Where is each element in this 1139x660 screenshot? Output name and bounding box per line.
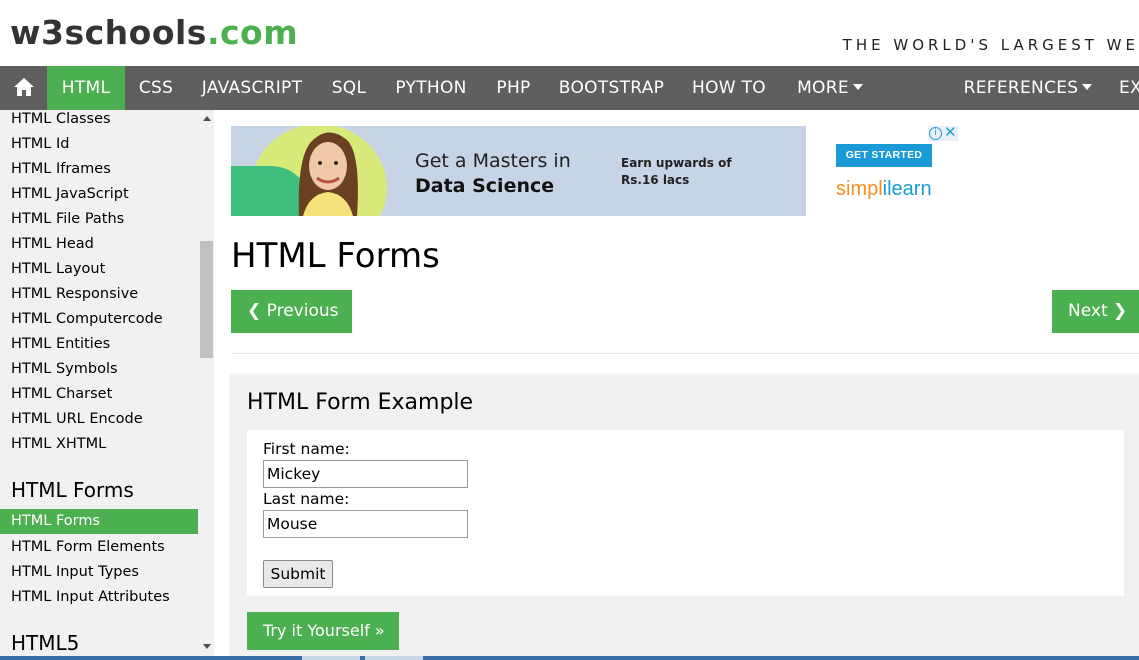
top-brand-bar: w3schools.com THE WORLD'S LARGEST WE	[0, 0, 1139, 66]
example-box: HTML Form Example First name: Mickey Las…	[231, 374, 1139, 660]
sidebar-item-html-id[interactable]: HTML Id	[0, 132, 198, 157]
sidebar-item-html-form-elements[interactable]: HTML Form Elements	[0, 535, 198, 560]
scroll-down-arrow-icon[interactable]	[203, 644, 211, 649]
sidebar-item-html-file-paths[interactable]: HTML File Paths	[0, 207, 198, 232]
sidebar-item-html-head[interactable]: HTML Head	[0, 232, 198, 257]
home-icon	[13, 77, 34, 96]
last-name-input[interactable]: Mouse	[263, 510, 468, 538]
sidebar-item-html-entities[interactable]: HTML Entities	[0, 332, 198, 357]
ad-choices[interactable]: i ✕	[928, 124, 958, 141]
info-icon[interactable]: i	[929, 127, 942, 140]
sidebar-item-html-xhtml[interactable]: HTML XHTML	[0, 432, 198, 457]
ad-brand-part2: ilearn	[882, 178, 932, 200]
sidebar-item-html-input-attributes[interactable]: HTML Input Attributes	[0, 585, 198, 610]
os-taskbar	[0, 656, 1139, 660]
ad-brand-logo[interactable]: simplilearn	[836, 178, 932, 201]
taskbar-item[interactable]	[302, 656, 360, 660]
nav-php[interactable]: PHP	[481, 66, 546, 110]
sidebar-item-html-charset[interactable]: HTML Charset	[0, 382, 198, 407]
ad-get-started-button[interactable]: GET STARTED	[836, 144, 932, 167]
nav-references-label: REFERENCES	[963, 78, 1079, 98]
taskbar-item[interactable]	[365, 656, 423, 660]
ad-earn-line1: Earn upwards of	[621, 156, 732, 170]
ad-subject: Data Science	[415, 175, 555, 197]
sidebar-item-html-iframes[interactable]: HTML Iframes	[0, 157, 198, 182]
sidebar: HTML Classes HTML Id HTML Iframes HTML J…	[0, 110, 214, 656]
sidebar-item-html-symbols[interactable]: HTML Symbols	[0, 357, 198, 382]
sidebar-item-html-url-encode[interactable]: HTML URL Encode	[0, 407, 198, 432]
caret-down-icon	[1082, 84, 1093, 90]
sidebar-item-html-computercode[interactable]: HTML Computercode	[0, 307, 198, 332]
sidebar-item-html-input-types[interactable]: HTML Input Types	[0, 560, 198, 585]
sidebar-scrollbar-thumb[interactable]	[200, 241, 213, 358]
w3schools-logo[interactable]: w3schools.com	[10, 16, 298, 49]
nav-html[interactable]: HTML	[47, 66, 125, 110]
caret-down-icon	[852, 84, 863, 90]
try-it-yourself-button[interactable]: Try it Yourself »	[247, 612, 399, 650]
first-name-input[interactable]: Mickey	[263, 460, 468, 488]
nav-more[interactable]: MORE	[781, 66, 879, 110]
ad-banner[interactable]: Get a Masters in Data Science Earn upwar…	[231, 126, 806, 216]
sidebar-item-html-responsive[interactable]: HTML Responsive	[0, 282, 198, 307]
ad-headline: Get a Masters in	[415, 150, 571, 172]
submit-button[interactable]: Submit	[263, 560, 333, 588]
nav-css[interactable]: CSS	[125, 66, 187, 110]
example-output: First name: Mickey Last name: Mouse Subm…	[247, 430, 1124, 596]
previous-button[interactable]: ❮ Previous	[231, 290, 352, 333]
sidebar-item-html-layout[interactable]: HTML Layout	[0, 257, 198, 282]
tagline: THE WORLD'S LARGEST WE	[842, 36, 1139, 54]
nav-sql[interactable]: SQL	[317, 66, 381, 110]
nav-python[interactable]: PYTHON	[381, 66, 481, 110]
top-nav: HTML CSS JAVASCRIPT SQL PYTHON PHP BOOTS…	[0, 66, 1139, 110]
page-title: HTML Forms	[231, 236, 440, 276]
sidebar-heading-html5: HTML5	[11, 631, 80, 655]
nav-bootstrap[interactable]: BOOTSTRAP	[546, 66, 677, 110]
logo-suffix: .com	[206, 13, 299, 52]
sidebar-item-html-classes[interactable]: HTML Classes	[0, 110, 198, 132]
ad-brand-part1: simpl	[836, 178, 883, 200]
nav-more-label: MORE	[797, 78, 849, 98]
last-name-label: Last name:	[263, 490, 350, 508]
nav-exercises[interactable]: EX	[1103, 66, 1139, 110]
nav-home[interactable]	[0, 66, 47, 110]
nav-how-to[interactable]: HOW TO	[677, 66, 781, 110]
ad-person-image	[298, 132, 358, 216]
sidebar-item-html-javascript[interactable]: HTML JavaScript	[0, 182, 198, 207]
example-title: HTML Form Example	[247, 390, 474, 415]
next-button[interactable]: Next ❯	[1052, 290, 1139, 333]
logo-main: w3schools	[10, 13, 207, 52]
sidebar-item-html-forms[interactable]: HTML Forms	[0, 509, 198, 534]
nav-references[interactable]: REFERENCES	[953, 66, 1103, 110]
sidebar-scrollbar[interactable]	[200, 110, 214, 656]
close-icon[interactable]: ✕	[944, 124, 957, 141]
nav-javascript[interactable]: JAVASCRIPT	[187, 66, 317, 110]
sidebar-heading-html-forms: HTML Forms	[11, 478, 134, 502]
ad-earn-line2: Rs.16 lacs	[621, 173, 690, 187]
divider	[231, 353, 1139, 354]
first-name-label: First name:	[263, 440, 350, 458]
scroll-up-arrow-icon[interactable]	[203, 116, 211, 121]
